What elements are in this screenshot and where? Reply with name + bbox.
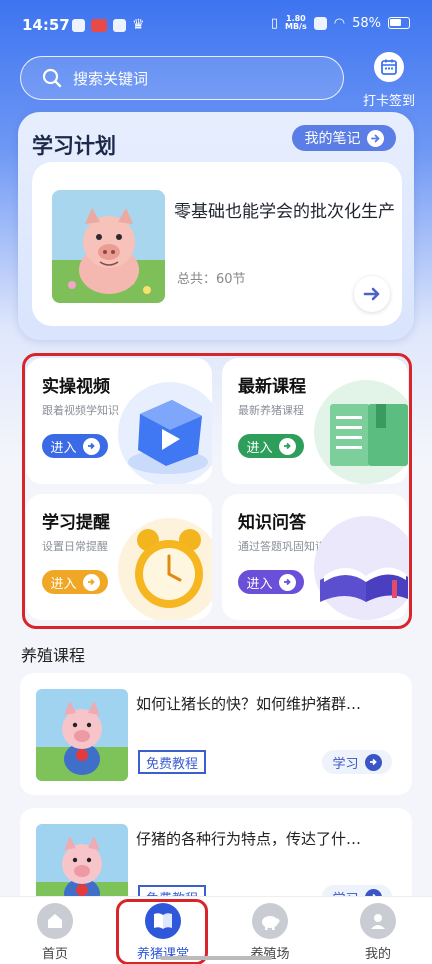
tab-label: 首页 [41,947,68,962]
feature-title: 知识问答 [238,513,306,533]
continue-arrow-button[interactable] [354,276,390,312]
crown-icon: ♛ [132,17,145,33]
calendar-icon [374,52,404,82]
tab-home[interactable]: 首页 [5,903,105,962]
current-course-card[interactable]: 零基础也能学会的批次化生产 总共：60节 [32,162,402,326]
learn-button[interactable]: 学习 [322,750,392,774]
arrow-right-icon [278,437,296,455]
wifi-icon: ◠ [333,15,346,31]
search-icon [42,68,62,88]
battery-icon [388,17,410,29]
home-indicator [160,956,272,960]
arrow-right-icon [82,437,100,455]
enter-button[interactable]: 进入 [238,434,304,458]
feature-subtitle: 最新养猪课程 [238,404,304,417]
study-plan-title: 学习计划 [32,134,116,158]
course-card[interactable]: 如何让猪长的快？如何维护猪群… 免费教程 学习 [20,673,412,795]
course-title: 仔猪的各种行为特点，传达了什… [136,830,362,848]
feature-subtitle: 设置日常提醒 [42,540,108,553]
alarm-clock-icon [118,518,212,620]
feature-practical-video[interactable]: 实操视频 跟着视频学知识 进入 [26,358,212,484]
book-icon [314,516,408,620]
piggy-icon [252,903,288,939]
notification-icon [72,18,85,32]
battery-percent: 58% [352,15,381,31]
section-title-courses: 养殖课程 [21,646,86,665]
status-left-icons: ♛ [72,17,145,33]
enter-button[interactable]: 进入 [42,434,108,458]
course-thumbnail [36,689,128,781]
study-plan-card: 学习计划 我的笔记 零基础也能学会的批次化生产 总共：60节 [18,112,414,340]
free-tag: 免费教程 [138,750,207,774]
course-title: 如何让猪长的快？如何维护猪群… [136,695,362,713]
app-notification-icon [91,18,107,32]
bottom-tab-bar: 首页 养猪课堂 养殖场 我的 [0,896,432,964]
network-speed: 1.80 MB/s [285,14,307,31]
lesson-count: 总共：60节 [177,272,246,287]
tab-profile[interactable]: 我的 [328,903,428,962]
current-course-title: 零基础也能学会的批次化生产 [174,202,395,222]
tab-farm[interactable]: 养殖场 [220,903,320,962]
app-notification-icon [113,18,126,32]
checkin-button[interactable]: 打卡签到 [358,52,420,109]
tab-label: 我的 [364,947,391,962]
my-notes-button[interactable]: 我的笔记 [292,125,396,151]
feature-title: 学习提醒 [42,513,110,533]
open-book-icon [314,380,408,484]
feature-title: 最新课程 [238,377,306,397]
active-tab-highlight [116,899,208,964]
home-icon [37,903,73,939]
sim-icon [313,16,327,30]
video-cube-icon [118,382,212,484]
feature-title: 实操视频 [42,377,110,397]
enter-button[interactable]: 进入 [42,570,108,594]
user-icon [360,903,396,939]
feature-knowledge-qa[interactable]: 知识问答 通过答题巩固知识 进入 [222,494,408,620]
feature-subtitle: 跟着视频学知识 [42,404,119,417]
checkin-label: 打卡签到 [362,94,415,109]
my-notes-label: 我的笔记 [304,131,361,147]
feature-latest-courses[interactable]: 最新课程 最新养猪课程 进入 [222,358,408,484]
feature-study-reminder[interactable]: 学习提醒 设置日常提醒 进入 [26,494,212,620]
arrow-right-icon [278,573,296,591]
arrow-right-icon [366,129,384,147]
status-bar: 14:57 ♛ ▯ 1.80 MB/s ◠ 58% [0,0,432,48]
arrow-right-icon [363,287,380,301]
vibrate-icon: ▯ [270,15,278,31]
arrow-right-icon [364,753,382,771]
status-time: 14:57 [22,16,70,34]
search-placeholder: 搜索关键词 [73,69,149,88]
enter-button[interactable]: 进入 [238,570,304,594]
search-bar[interactable]: 搜索关键词 [20,56,344,100]
status-right-icons: ▯ 1.80 MB/s ◠ 58% [271,15,410,31]
arrow-right-icon [82,573,100,591]
course-thumbnail [52,190,165,303]
